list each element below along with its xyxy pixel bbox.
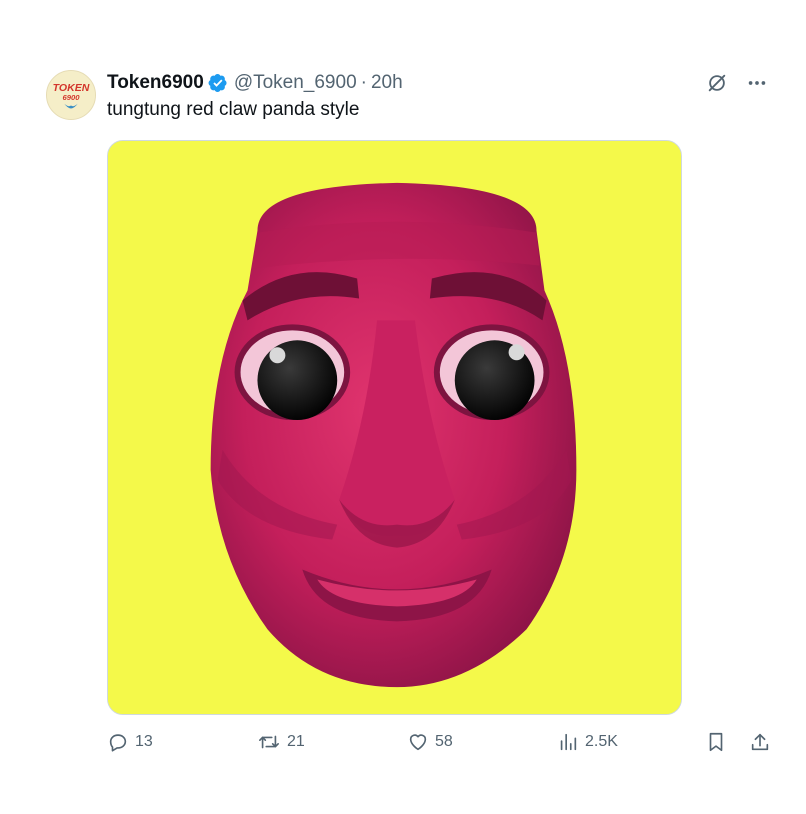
tweet-header: Token6900 @Token_6900 · 20h xyxy=(107,70,403,96)
tweet-text: tungtung red claw panda style xyxy=(107,99,360,120)
repost-icon xyxy=(259,735,279,749)
reply-count: 13 xyxy=(135,733,153,750)
heart-icon xyxy=(409,734,427,751)
views-icon xyxy=(560,733,577,751)
avatar-logo-icon: TOKEN 6900 xyxy=(47,71,95,119)
verified-badge-icon xyxy=(208,73,228,93)
tweet-image[interactable] xyxy=(107,140,682,715)
tweet[interactable]: TOKEN 6900 Token6900 @Token_6900 · 20h t… xyxy=(0,0,806,814)
share-icon[interactable] xyxy=(749,731,771,758)
bookmark-icon[interactable] xyxy=(705,731,727,758)
like-count: 58 xyxy=(435,733,453,750)
repost-count: 21 xyxy=(287,733,305,750)
top-actions xyxy=(706,72,768,94)
avatar[interactable]: TOKEN 6900 xyxy=(46,70,96,120)
more-icon[interactable] xyxy=(746,72,768,94)
separator-dot: · xyxy=(360,72,367,93)
avatar-text-bottom: 6900 xyxy=(62,93,80,102)
author-name[interactable]: Token6900 xyxy=(107,72,204,94)
timestamp[interactable]: 20h xyxy=(371,72,403,94)
reply-icon xyxy=(109,734,127,752)
author-handle[interactable]: @Token_6900 xyxy=(234,72,357,94)
grok-icon[interactable] xyxy=(706,72,728,94)
view-count: 2.5K xyxy=(585,733,618,750)
pink-3d-face-image xyxy=(108,141,681,714)
like-button[interactable]: 58 xyxy=(407,731,453,753)
views-button[interactable]: 2.5K xyxy=(557,731,618,753)
right-actions xyxy=(705,731,771,758)
action-bar: 13 21 58 2.5K xyxy=(107,731,771,757)
reply-button[interactable]: 13 xyxy=(107,731,153,753)
repost-button[interactable]: 21 xyxy=(257,731,305,753)
